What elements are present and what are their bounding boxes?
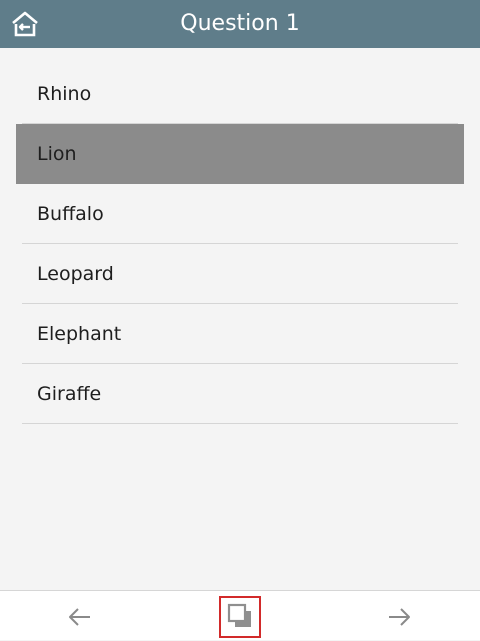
answer-option-label: Leopard <box>37 263 114 285</box>
page-title: Question 1 <box>180 11 300 36</box>
answer-option-label: Rhino <box>37 83 92 105</box>
answer-option[interactable]: Leopard <box>22 244 458 304</box>
answer-option-label: Lion <box>37 143 77 165</box>
overlap-squares-icon <box>227 603 251 627</box>
answer-list: Rhino Lion Buffalo Leopard Elephant Gira… <box>0 64 480 424</box>
answer-option-selected[interactable]: Lion <box>16 124 464 184</box>
answer-option-label: Buffalo <box>37 203 104 225</box>
arrow-right-icon <box>389 608 410 626</box>
next-button[interactable] <box>378 597 420 637</box>
footer-nav <box>0 590 480 640</box>
overview-button[interactable] <box>219 596 261 638</box>
answer-option[interactable]: Giraffe <box>22 364 458 424</box>
answer-option-label: Giraffe <box>37 383 102 405</box>
answer-option-label: Elephant <box>37 323 122 345</box>
previous-button[interactable] <box>59 597 101 637</box>
answer-option[interactable]: Buffalo <box>22 184 458 244</box>
arrow-left-icon <box>69 608 90 626</box>
answer-option[interactable]: Elephant <box>22 304 458 364</box>
header-bar: Question 1 <box>0 0 480 48</box>
answer-option[interactable]: Rhino <box>22 64 458 124</box>
